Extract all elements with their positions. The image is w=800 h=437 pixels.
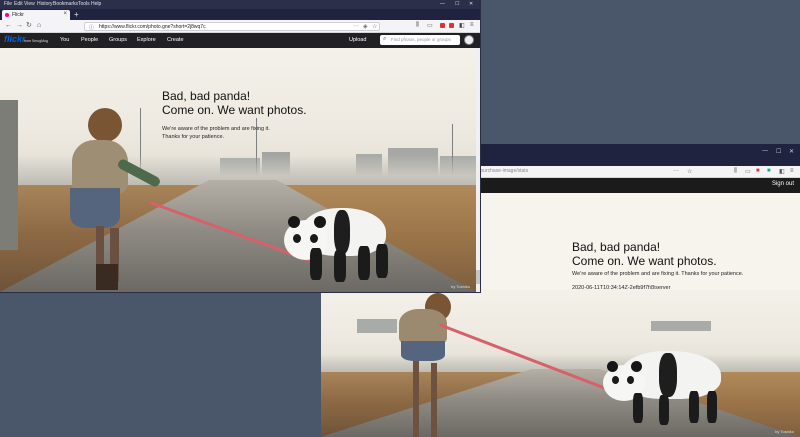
new-tab-button[interactable]: +	[74, 10, 79, 19]
tab-close-icon[interactable]: ×	[63, 11, 67, 17]
error-body-line2: Thanks for your patience.	[162, 134, 225, 140]
error-body: We’re aware of the problem and are fixin…	[572, 271, 744, 277]
url-text[interactable]: https://www.flickr.com/photo.gne?short=2…	[99, 24, 206, 30]
search-input[interactable]: ⌕ Find photos, people or groups	[380, 35, 460, 45]
tab-flickr[interactable]: Flickr ×	[2, 10, 70, 20]
search-icon: ⌕	[383, 36, 387, 42]
menu-icon[interactable]: ≡	[470, 22, 474, 28]
tab-title: Flickr	[12, 12, 24, 18]
flickr-logo-sub: from SmugMug	[24, 39, 48, 43]
extension-icon[interactable]: ◧	[779, 168, 785, 175]
panda-photo: by Toshiko	[0, 48, 476, 292]
nav-people[interactable]: People	[81, 37, 98, 43]
reload-icon[interactable]: ↻	[26, 22, 32, 30]
error-title-line1: Bad, bad panda!	[572, 240, 661, 254]
menu-bar: File Edit View History Bookmarks Tools H…	[0, 0, 480, 9]
close-button[interactable]: ✕	[469, 1, 473, 7]
sidebar-icon[interactable]: ▭	[745, 168, 751, 175]
forward-arrow-icon[interactable]: →	[16, 22, 23, 30]
maximize-button[interactable]: ☐	[776, 148, 781, 155]
photo-credit[interactable]: by Toshiko	[775, 429, 794, 434]
back-arrow-icon[interactable]: ←	[5, 22, 12, 30]
flickr-header: flickr from SmugMug You People Groups Ex…	[0, 33, 480, 48]
more-icon[interactable]: ···	[353, 23, 359, 29]
nav-create[interactable]: Create	[167, 37, 184, 43]
menu-tools[interactable]: Tools	[78, 1, 90, 7]
error-message: Bad, bad panda! Come on. We want photos.…	[162, 89, 307, 141]
lock-icon: ⓘ	[89, 25, 95, 31]
close-button[interactable]: ✕	[789, 148, 794, 155]
search-placeholder: Find photos, people or groups	[391, 37, 451, 42]
nav-groups[interactable]: Groups	[109, 37, 127, 43]
bookmark-star-icon[interactable]: ☆	[372, 23, 377, 30]
menu-bookmarks[interactable]: Bookmarks	[53, 1, 78, 7]
tab-strip: Flickr × +	[0, 9, 480, 20]
error-message: Bad, bad panda! Come on. We want photos.…	[572, 240, 743, 292]
extension-icon[interactable]: ◧	[459, 22, 465, 29]
home-icon[interactable]: ⌂	[37, 22, 41, 30]
nav-you[interactable]: You	[60, 37, 69, 43]
minimize-button[interactable]: —	[440, 1, 445, 7]
addon-icon-2[interactable]: ■	[767, 168, 771, 174]
photo-credit[interactable]: by Toshiko	[451, 284, 470, 289]
sign-out-link[interactable]: Sign out	[772, 181, 794, 187]
nav-toolbar: ← → ↻ ⌂ ⓘ https://www.flickr.com/photo.g…	[0, 20, 480, 33]
url-bar[interactable]: ⓘ https://www.flickr.com/photo.gne?short…	[84, 22, 380, 31]
addon-icon[interactable]: ■	[756, 168, 760, 174]
nav-explore[interactable]: Explore	[137, 37, 156, 43]
browser-window-front: File Edit View History Bookmarks Tools H…	[0, 0, 480, 292]
menu-edit[interactable]: Edit	[14, 1, 23, 7]
maximize-button[interactable]: ☐	[455, 1, 459, 7]
more-icon[interactable]: ···	[673, 168, 679, 174]
menu-icon[interactable]: ≡	[790, 168, 794, 174]
bookmark-icon[interactable]: ☆	[687, 168, 692, 175]
minimize-button[interactable]: —	[762, 148, 768, 154]
flickr-logo[interactable]: flickr	[4, 34, 26, 44]
error-title-line2: Come on. We want photos.	[572, 254, 717, 268]
addon-icon[interactable]	[440, 23, 445, 28]
library-icon[interactable]: ⫼	[734, 168, 737, 175]
menu-view[interactable]: View	[24, 1, 35, 7]
panda-photo: by Toshiko	[321, 289, 800, 437]
url-text[interactable]: /purchase-image/stats	[479, 168, 528, 174]
scrollbar-thumb[interactable]	[476, 270, 480, 284]
upload-link[interactable]: Upload	[349, 37, 366, 43]
error-body-line1: We’re aware of the problem and are fixin…	[162, 126, 270, 132]
sidebar-icon[interactable]: ▭	[427, 22, 433, 29]
pocket-icon[interactable]: ◈	[363, 23, 368, 30]
error-title-line1: Bad, bad panda!	[162, 89, 251, 103]
menu-history[interactable]: History	[37, 1, 53, 7]
avatar[interactable]	[464, 35, 474, 45]
menu-help[interactable]: Help	[91, 1, 101, 7]
library-icon[interactable]: ⫼	[416, 22, 419, 29]
menu-file[interactable]: File	[4, 1, 12, 7]
addon-icon-2[interactable]	[449, 23, 454, 28]
flickr-favicon-icon	[5, 13, 9, 17]
error-title-line2: Come on. We want photos.	[162, 103, 307, 117]
scrollbar[interactable]	[476, 48, 480, 292]
